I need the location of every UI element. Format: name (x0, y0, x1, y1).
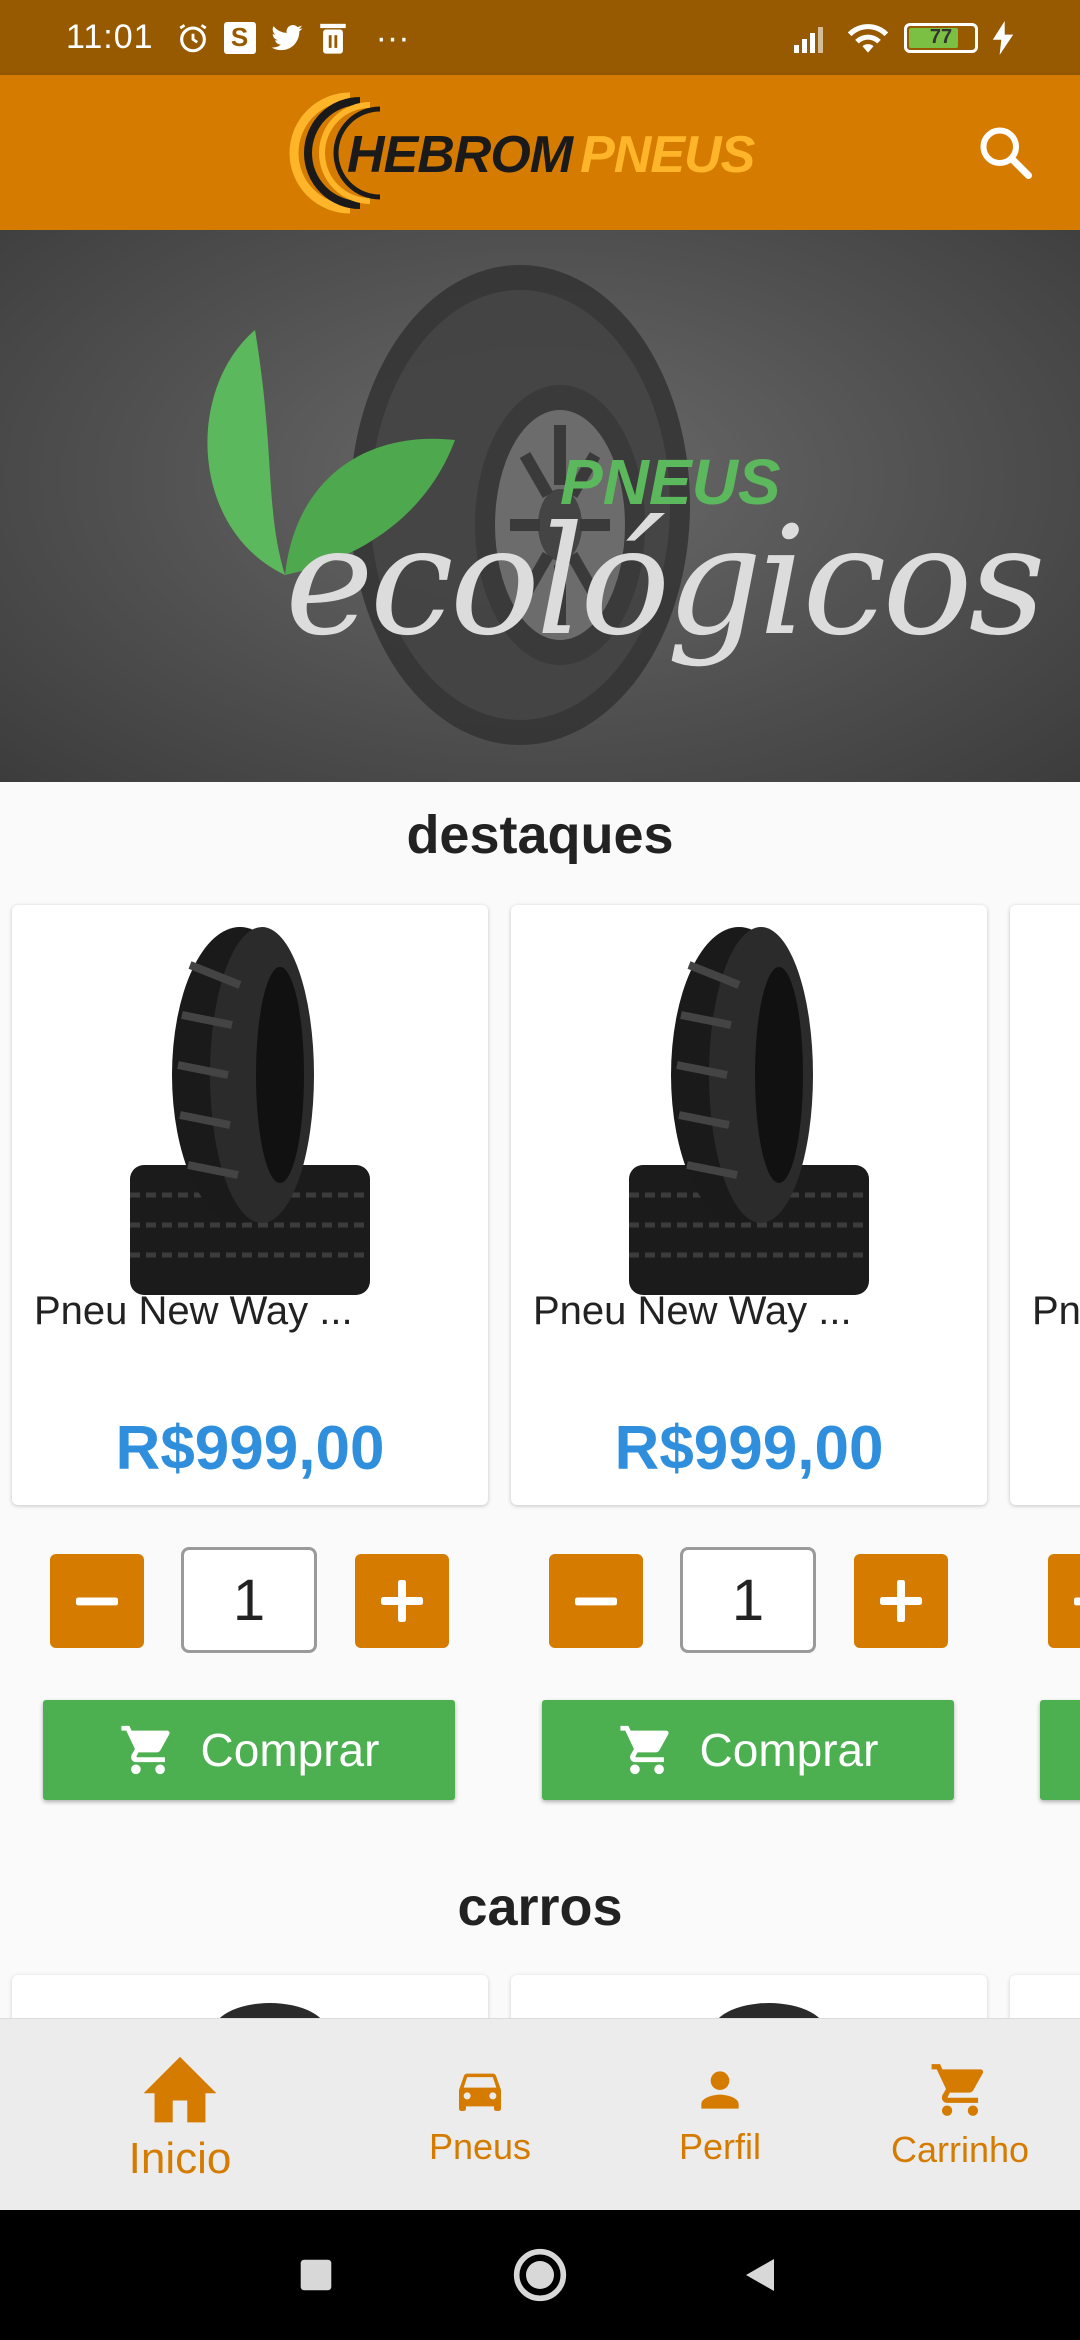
product-name: Pn (1032, 1289, 1080, 1333)
status-bar: 11:01 S ··· 77 (0, 0, 1080, 75)
home-button[interactable] (510, 2245, 570, 2305)
increase-quantity-button[interactable] (854, 1554, 948, 1648)
plus-icon (880, 1580, 922, 1622)
system-navigation-bar (0, 2210, 1080, 2340)
s-app-icon: S (223, 21, 256, 54)
product-name: Pneu New Way ... (34, 1289, 353, 1333)
increase-quantity-button[interactable] (355, 1554, 449, 1648)
car-icon (459, 2073, 501, 2111)
minus-icon (1074, 1597, 1080, 1606)
battery-icon: 77 (904, 22, 978, 53)
recents-button[interactable] (286, 2245, 346, 2305)
product-tire-image (629, 927, 869, 1295)
charging-icon (992, 20, 1014, 55)
status-time: 11:01 (66, 18, 154, 56)
quantity-input[interactable]: 1 (181, 1547, 317, 1653)
nav-item-carrinho[interactable]: Carrinho (860, 2019, 1060, 2211)
quantity-input[interactable]: 1 (680, 1547, 816, 1653)
hebrom-pneus-logo[interactable]: HEBROM PNEUS (275, 91, 755, 215)
wifi-icon (847, 23, 889, 53)
nav-label: Pneus (428, 2126, 532, 2167)
product-card[interactable]: Pneu New Way ... R$999,00 (12, 905, 488, 1505)
system-status-icons: 77 (792, 20, 1014, 55)
nav-item-inicio[interactable]: Inicio (80, 2019, 280, 2211)
buy-button-label: Comprar (200, 1724, 380, 1776)
bottom-navigation: Inicio Pneus Perfil Carrinho (0, 2018, 1080, 2210)
trash-icon (319, 23, 346, 54)
product-card[interactable]: Pneu New Way ... R$999,00 (511, 905, 987, 1505)
twitter-icon (270, 24, 303, 50)
nav-label: Carrinho (890, 2129, 1030, 2170)
search-button[interactable] (976, 123, 1036, 183)
nav-label: Inicio (128, 2134, 232, 2183)
product-card[interactable]: Pn (1010, 905, 1080, 1505)
buy-button-label: Comprar (699, 1724, 879, 1776)
nav-label: Perfil (678, 2126, 762, 2167)
nav-item-perfil[interactable]: Perfil (620, 2019, 820, 2211)
featured-section-title: destaques (406, 805, 674, 865)
plus-icon (381, 1580, 423, 1622)
buy-button[interactable]: Comprar (542, 1700, 954, 1800)
home-icon (143, 2056, 217, 2123)
notification-icons: S ··· (176, 21, 410, 55)
buy-button[interactable] (1040, 1700, 1080, 1800)
person-icon (701, 2071, 739, 2109)
buy-button[interactable]: Comprar (43, 1700, 455, 1800)
product-name: Pneu New Way ... (533, 1289, 852, 1333)
logo-hebrom: HEBROM (347, 126, 573, 184)
logo-text: HEBROM PNEUS (347, 125, 755, 185)
product-tire-image (130, 927, 370, 1295)
search-icon (980, 127, 1032, 179)
nav-item-pneus[interactable]: Pneus (380, 2019, 580, 2211)
product-price: R$999,00 (614, 1414, 884, 1483)
product-price: R$999,00 (115, 1414, 385, 1483)
battery-level: 77 (929, 26, 953, 48)
circle-icon (513, 2248, 567, 2302)
alarm-icon (179, 23, 207, 52)
back-triangle-icon (746, 2259, 774, 2291)
cart-icon (120, 1725, 170, 1775)
app-bar: HEBROM PNEUS (0, 75, 1080, 230)
cars-section-title: carros (457, 1877, 623, 1937)
decrease-quantity-button[interactable] (549, 1554, 643, 1648)
logo-pneus: PNEUS (580, 126, 755, 184)
banner-ecologicos-text: ecológicos (285, 495, 1046, 669)
signal-icon (794, 26, 823, 53)
cart-icon (619, 1725, 669, 1775)
more-icon: ··· (375, 18, 410, 57)
square-icon (300, 2259, 332, 2291)
back-button[interactable] (730, 2245, 790, 2305)
minus-icon (76, 1597, 118, 1606)
promo-banner[interactable]: PNEUS ecológicos (0, 230, 1080, 782)
decrease-quantity-button[interactable] (1048, 1554, 1080, 1648)
decrease-quantity-button[interactable] (50, 1554, 144, 1648)
minus-icon (575, 1597, 617, 1606)
cart-icon (931, 2064, 984, 2116)
